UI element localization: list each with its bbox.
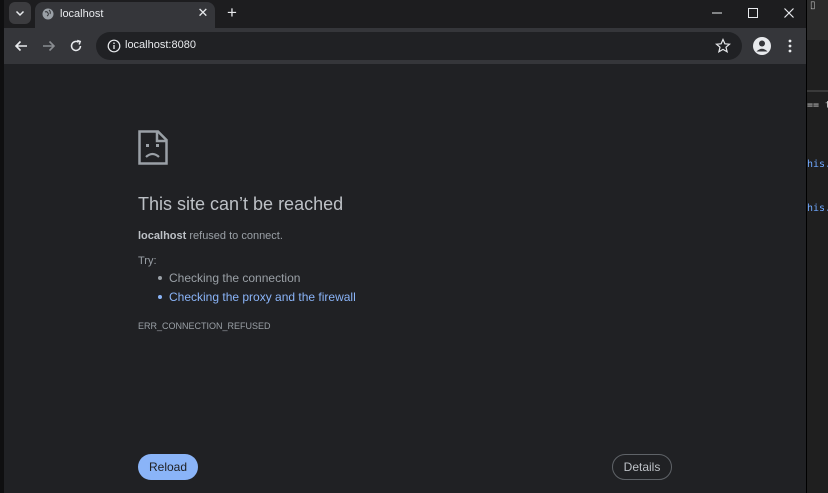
globe-icon xyxy=(42,8,54,20)
try-label: Try: xyxy=(138,255,157,267)
error-code: ERR_CONNECTION_REFUSED xyxy=(138,321,271,331)
sad-document-icon xyxy=(138,130,168,165)
minimize-icon xyxy=(712,12,722,14)
new-tab-button[interactable]: + xyxy=(222,4,242,24)
suggestion-check-proxy-firewall-link[interactable]: Checking the proxy and the firewall xyxy=(138,290,356,309)
code-line: == t xyxy=(807,100,828,111)
browser-window: localhost ✕ + localhost:8080 This site c… xyxy=(4,0,807,493)
tab-search-button[interactable] xyxy=(9,2,31,24)
maximize-button[interactable] xyxy=(735,0,771,26)
error-summary-text: refused to connect. xyxy=(186,230,283,242)
back-arrow-icon xyxy=(14,40,27,52)
code-line: his. xyxy=(807,159,828,170)
error-heading: This site can’t be reached xyxy=(138,194,344,214)
close-icon xyxy=(784,8,794,18)
reload-page-button[interactable]: Reload xyxy=(138,454,198,480)
close-window-button[interactable] xyxy=(771,0,807,26)
site-info-icon[interactable] xyxy=(107,39,121,53)
suggestion-check-connection: Checking the connection xyxy=(138,271,356,290)
tab-localhost[interactable]: localhost ✕ xyxy=(35,2,215,28)
close-tab-icon[interactable]: ✕ xyxy=(195,5,211,21)
maximize-icon xyxy=(748,8,758,18)
star-icon[interactable] xyxy=(715,38,731,54)
reload-icon xyxy=(70,39,82,52)
url-text[interactable]: localhost:8080 xyxy=(125,39,196,51)
menu-button[interactable] xyxy=(780,36,800,56)
forward-arrow-icon xyxy=(43,40,56,52)
reload-button[interactable] xyxy=(66,36,86,56)
error-page: This site can’t be reached localhost ref… xyxy=(4,64,806,493)
editor-divider xyxy=(806,90,828,92)
kebab-menu-icon xyxy=(788,39,792,53)
background-code-editor: ▯ == t his. his. xyxy=(806,0,828,493)
profile-icon[interactable] xyxy=(752,36,772,56)
browser-toolbar: localhost:8080 xyxy=(4,28,806,64)
tab-title: localhost xyxy=(60,8,104,20)
error-host: localhost xyxy=(138,230,187,242)
details-button[interactable]: Details xyxy=(612,454,672,480)
editor-topbar: ▯ xyxy=(806,0,828,40)
code-line: his. xyxy=(807,203,828,214)
editor-panel-icon: ▯ xyxy=(810,0,816,11)
forward-button[interactable] xyxy=(39,36,59,56)
error-summary: localhost refused to connect. xyxy=(138,230,283,242)
back-button[interactable] xyxy=(11,36,31,56)
address-bar[interactable]: localhost:8080 xyxy=(96,32,742,60)
title-bar: localhost ✕ + xyxy=(4,0,806,28)
suggestion-list: Checking the connection Checking the pro… xyxy=(138,271,356,309)
minimize-button[interactable] xyxy=(699,0,735,26)
chevron-down-icon xyxy=(15,10,25,17)
